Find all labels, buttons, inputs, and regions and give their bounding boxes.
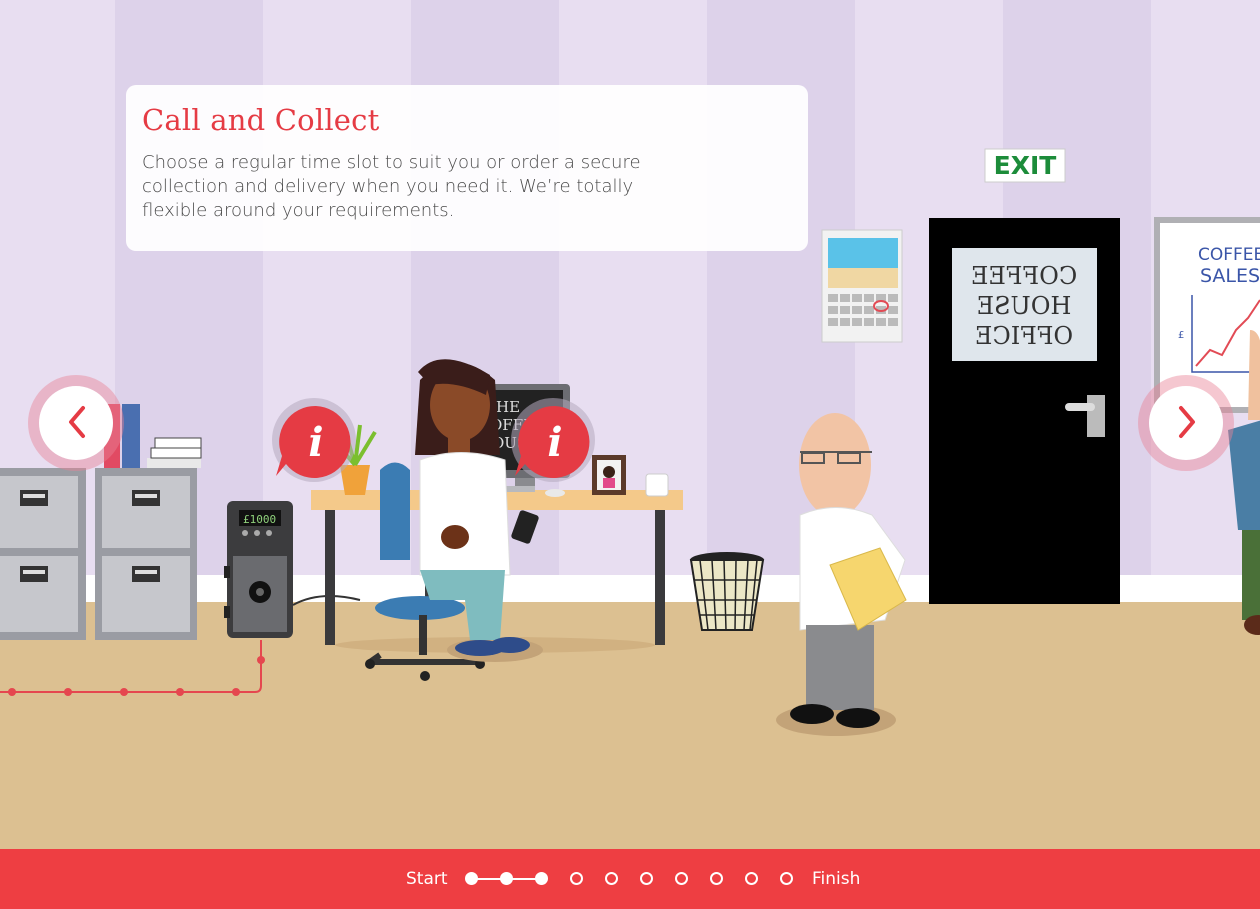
info-hotspot-plant[interactable]: i [268,398,358,486]
progress-step-5[interactable] [605,872,618,885]
info-body: Choose a regular time slot to suit you o… [142,152,641,221]
progress-connector [477,878,501,880]
progress-step-2[interactable] [500,872,513,885]
wall-calendar [821,229,903,343]
svg-text:EXIT: EXIT [994,151,1057,180]
finish-label[interactable]: Finish [812,869,860,889]
progress-step-1[interactable] [465,872,478,885]
info-title: Call and Collect [142,103,380,137]
exit-sign: EXIT [984,148,1066,183]
progress-step-7[interactable] [675,872,688,885]
svg-text:£: £ [1178,330,1184,341]
progress-step-6[interactable] [640,872,653,885]
prev-button[interactable] [28,375,124,471]
info-icon: i [511,398,595,482]
svg-text:i: i [308,419,323,466]
progress-step-4[interactable] [570,872,583,885]
office-door: COFFEE HOUSE OFFICE [929,218,1120,604]
svg-text:OFFICE: OFFICE [975,322,1073,350]
svg-text:£1000: £1000 [243,513,276,526]
waste-bin [689,552,765,631]
start-label[interactable]: Start [406,869,448,889]
chevron-right-icon [1179,406,1195,438]
progress-step-10[interactable] [780,872,793,885]
progress-step-9[interactable] [745,872,758,885]
progress-bar: Start Finish [0,849,1260,909]
svg-text:COFFEE: COFFEE [971,262,1077,290]
svg-text:SALES: SALES [1200,265,1260,287]
chevron-left-icon [69,406,85,438]
svg-text:i: i [547,419,562,466]
svg-text:COFFEE: COFFEE [1198,245,1260,265]
progress-step-3[interactable] [535,872,548,885]
next-button[interactable] [1138,375,1234,471]
safe: £1000 [224,501,293,638]
svg-text:HOUSE: HOUSE [977,292,1072,320]
progress-connector [512,878,536,880]
info-icon: i [272,398,356,482]
info-card: Call and Collect Choose a regular time s… [126,85,808,251]
progress-step-8[interactable] [710,872,723,885]
info-hotspot-monitor[interactable]: i [507,398,597,486]
